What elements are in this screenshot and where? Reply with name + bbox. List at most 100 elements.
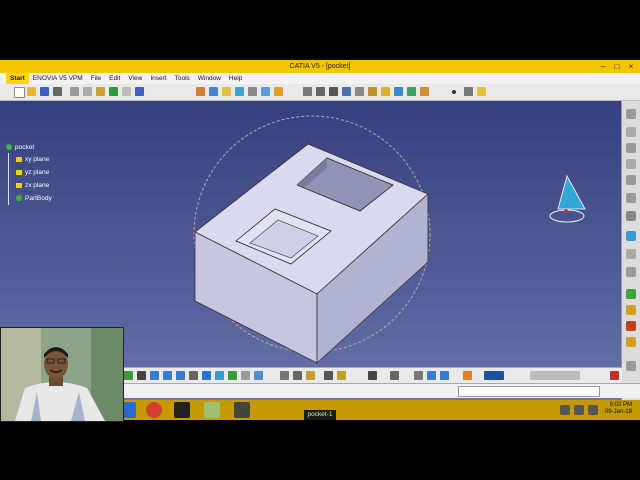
zoom-out-icon[interactable]	[176, 371, 185, 380]
redo-icon[interactable]	[122, 87, 131, 96]
menu-start[interactable]: Start	[6, 73, 29, 84]
hide-show-icon[interactable]	[228, 371, 237, 380]
tray-battery-icon[interactable]	[588, 405, 598, 415]
surface-icon[interactable]	[626, 231, 636, 241]
taskbar-active-window[interactable]: pocket-1	[304, 410, 336, 420]
curve-icon[interactable]	[427, 371, 436, 380]
save-icon[interactable]	[40, 87, 49, 96]
scale-icon[interactable]	[626, 211, 636, 221]
catia-taskbar-icon[interactable]	[174, 402, 190, 418]
measure-between-icon[interactable]	[293, 371, 302, 380]
fillet-icon[interactable]	[274, 87, 283, 96]
pattern-icon[interactable]	[626, 175, 636, 185]
command-input[interactable]	[458, 386, 600, 397]
system-clock[interactable]: 6:02 PM 09-Jan-18	[605, 402, 632, 416]
catalog-icon[interactable]	[390, 371, 399, 380]
fit-all-icon[interactable]	[124, 371, 133, 380]
constraint-icon[interactable]	[316, 87, 325, 96]
analysis-icon[interactable]	[407, 87, 416, 96]
workbench-icon[interactable]	[626, 109, 636, 119]
iso-view-icon[interactable]	[202, 371, 211, 380]
lock-icon[interactable]	[306, 371, 315, 380]
camera-icon[interactable]	[368, 371, 377, 380]
copy-icon[interactable]	[83, 87, 92, 96]
rotate-icon[interactable]	[150, 371, 159, 380]
mirror-icon[interactable]	[626, 193, 636, 203]
spline-icon[interactable]	[440, 371, 449, 380]
shaft-icon[interactable]	[222, 87, 231, 96]
menu-insert[interactable]: Insert	[146, 73, 170, 84]
paste-icon[interactable]	[96, 87, 105, 96]
tray-volume-icon[interactable]	[574, 405, 584, 415]
constraint-icon[interactable]	[626, 127, 636, 137]
menu-window[interactable]: Window	[194, 73, 225, 84]
close-icon[interactable]: ×	[624, 60, 638, 73]
tools-icon[interactable]	[626, 361, 636, 371]
menu-edit[interactable]: Edit	[105, 73, 124, 84]
tree-item-yz-plane[interactable]: yz plane	[16, 168, 49, 178]
help-icon[interactable]	[135, 87, 144, 96]
new-file-icon[interactable]	[14, 87, 25, 98]
apply-material-icon[interactable]	[381, 87, 390, 96]
undo-icon[interactable]	[109, 87, 118, 96]
pocket-icon[interactable]	[209, 87, 218, 96]
menu-file[interactable]: File	[87, 73, 105, 84]
print-icon[interactable]	[53, 87, 62, 96]
fillet-tool-icon[interactable]	[324, 371, 333, 380]
pan-icon[interactable]	[137, 371, 146, 380]
gear-icon	[16, 195, 22, 202]
curvature-icon[interactable]	[626, 321, 636, 331]
cut-icon[interactable]	[70, 87, 79, 96]
tool-palette-icon[interactable]	[463, 371, 472, 380]
rib-icon[interactable]	[248, 87, 257, 96]
menu-view[interactable]: View	[124, 73, 146, 84]
axis-icon[interactable]	[355, 87, 364, 96]
thickness-icon[interactable]	[626, 249, 636, 259]
tree-item-partbody[interactable]: PartBody	[16, 194, 52, 204]
recorder-icon[interactable]	[234, 402, 250, 418]
point-icon[interactable]	[452, 90, 456, 94]
tree-item-zx-plane[interactable]: zx plane	[16, 181, 49, 191]
enovia-search-icon[interactable]	[530, 371, 580, 380]
chamfer-icon[interactable]	[337, 371, 346, 380]
sketch-mode-icon[interactable]	[626, 289, 636, 299]
hole-icon[interactable]	[235, 87, 244, 96]
explorer-icon[interactable]	[204, 402, 220, 418]
material-icon[interactable]	[368, 87, 377, 96]
maximize-icon[interactable]: □	[610, 60, 624, 73]
shading-icon[interactable]	[215, 371, 224, 380]
sketch-tool-icon[interactable]	[414, 371, 423, 380]
tree-item-xy-plane[interactable]: xy plane	[16, 155, 49, 165]
line-icon[interactable]	[464, 87, 473, 96]
compass-icon[interactable]	[557, 174, 586, 210]
update-icon[interactable]	[280, 371, 289, 380]
open-folder-icon[interactable]	[27, 87, 36, 96]
draft-icon[interactable]	[420, 87, 429, 96]
menu-help[interactable]: Help	[225, 73, 246, 84]
menu-tools[interactable]: Tools	[171, 73, 194, 84]
normal-view-icon[interactable]	[189, 371, 198, 380]
pad-icon[interactable]	[196, 87, 205, 96]
transform-icon[interactable]	[626, 159, 636, 169]
annotation-icon[interactable]	[626, 337, 636, 347]
plane-icon[interactable]	[477, 87, 486, 96]
plane-icon	[16, 156, 22, 162]
tree-root-pocket[interactable]: pocket	[6, 143, 34, 153]
tree-connector	[8, 153, 9, 205]
boolean-icon[interactable]	[342, 87, 351, 96]
chrome-icon[interactable]	[146, 402, 162, 418]
sketch-icon[interactable]	[303, 87, 312, 96]
tray-network-icon[interactable]	[560, 405, 570, 415]
split-icon[interactable]	[626, 267, 636, 277]
loft-icon[interactable]	[261, 87, 270, 96]
draft-analysis-icon[interactable]	[626, 305, 636, 315]
view-mode-icon[interactable]	[254, 371, 263, 380]
swap-space-icon[interactable]	[241, 371, 250, 380]
menu-enovia[interactable]: ENOVIA V5 VPM	[29, 73, 87, 84]
reference-icon[interactable]	[626, 143, 636, 153]
zoom-in-icon[interactable]	[163, 371, 172, 380]
measure-icon[interactable]	[329, 87, 338, 96]
render-icon[interactable]	[394, 87, 403, 96]
window-title: CATIA V5 - [pocket]	[289, 63, 351, 70]
minimize-icon[interactable]: –	[596, 60, 610, 73]
